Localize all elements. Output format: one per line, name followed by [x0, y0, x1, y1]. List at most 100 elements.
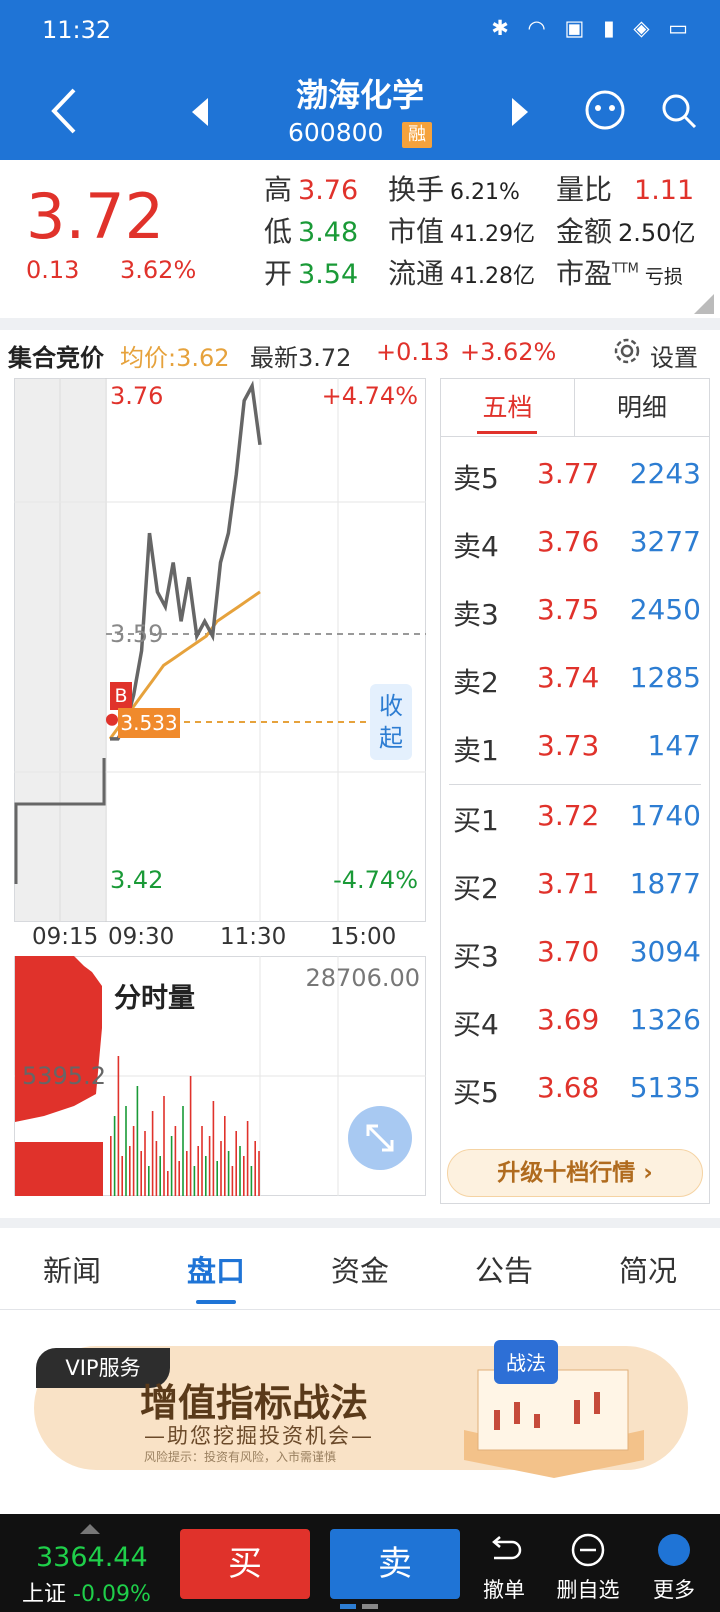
pe-value: 亏损 [644, 266, 683, 288]
marker-price-tag: 3.533 [118, 708, 180, 738]
level-label: 卖4 [453, 530, 499, 563]
level-volume: 5135 [629, 1071, 701, 1104]
gear-icon[interactable] [612, 336, 642, 366]
volume-bar [212, 1101, 215, 1196]
upgrade-level10-button[interactable]: 升级十档行情 › [447, 1149, 703, 1197]
level-price: 3.74 [537, 661, 600, 694]
chart-low-pct: -4.74% [333, 866, 418, 894]
level-volume: 2243 [629, 457, 701, 490]
strategy-book-icon: 战法 [464, 1340, 644, 1478]
level-label: 买3 [453, 940, 499, 973]
bid-row[interactable]: 买3 3.70 3094 [441, 917, 709, 987]
expand-corner-icon[interactable] [694, 294, 714, 314]
status-icons: ✱ ◠ ▣ ▮ ◈ ▭ [491, 16, 694, 40]
low-value: 3.48 [298, 217, 359, 248]
tab-announcements[interactable]: 公告 [432, 1248, 576, 1290]
more-label: 更多 [653, 1578, 695, 1602]
volume-bar [113, 1116, 116, 1196]
title-bar: 渤海化学 600800 融 [0, 64, 720, 160]
open-cell: 开 3.54 [264, 257, 359, 290]
page-dot [362, 1604, 378, 1609]
tab-news[interactable]: 新闻 [0, 1248, 144, 1290]
avg-price: 均价:3.62 [120, 344, 230, 372]
buy-button[interactable]: 买 [180, 1529, 310, 1599]
amount-cell: 金额 2.50亿 [556, 215, 696, 248]
next-stock-icon[interactable] [510, 98, 530, 126]
bid-row[interactable]: 买4 3.69 1326 [441, 985, 709, 1055]
time-label-1500: 15:00 [330, 924, 397, 950]
index-change: -0.09% [73, 1582, 151, 1607]
volume-bar [227, 1151, 230, 1196]
separator [0, 318, 720, 330]
volume-bar [110, 1136, 112, 1196]
volume-bar [201, 1126, 203, 1196]
tab-details[interactable]: 明细 [575, 379, 709, 437]
fullscreen-button[interactable] [348, 1106, 412, 1170]
turnover-value: 6.21% [450, 180, 520, 205]
high-cell: 高 3.76 [264, 173, 359, 206]
level-label: 卖5 [453, 462, 499, 495]
volratio-cell: 量比 1.11 [556, 173, 695, 206]
price-change-pct: 3.62% [120, 256, 197, 284]
undo-icon [492, 1536, 522, 1560]
tab-indicator [477, 431, 537, 434]
banner-subtitle: —助您挖掘投资机会— [144, 1424, 374, 1448]
ask-row[interactable]: 卖5 3.77 2243 [441, 439, 709, 509]
bid-row[interactable]: 买1 3.72 1740 [441, 781, 709, 851]
volume-bar [235, 1131, 237, 1196]
remove-watchlist-label: 删自选 [556, 1578, 620, 1602]
more-icon [658, 1534, 690, 1566]
volume-bar [224, 1116, 226, 1196]
float-cell: 流通 41.28亿 [388, 257, 535, 290]
volume-bar [174, 1126, 177, 1196]
volume-bar [189, 1076, 192, 1196]
ask-row[interactable]: 卖3 3.75 2450 [441, 575, 709, 645]
tab-five-levels[interactable]: 五档 [441, 379, 575, 437]
volume-bar [193, 1166, 196, 1196]
volume-bar [148, 1166, 150, 1196]
volume-max: 28706.00 [305, 964, 420, 992]
ask-row[interactable]: 卖4 3.76 3277 [441, 507, 709, 577]
settings-label[interactable]: 设置 [650, 338, 698, 373]
volume-bar [178, 1161, 180, 1196]
expand-icon [366, 1124, 394, 1152]
index-name: 上证 [22, 1582, 67, 1607]
tab-orderbook[interactable]: 盘口 [144, 1248, 288, 1290]
tab-profile[interactable]: 简况 [576, 1248, 720, 1290]
sell-button[interactable]: 卖 [330, 1529, 460, 1599]
index-name-row: 上证 -0.09% [22, 1576, 151, 1608]
volume-bar [151, 1111, 154, 1196]
volume-bar [246, 1121, 249, 1196]
ask-row[interactable]: 卖2 3.74 1285 [441, 643, 709, 713]
caret-up-icon[interactable] [80, 1524, 100, 1534]
price-line [110, 380, 262, 741]
assistant-icon[interactable] [584, 90, 626, 130]
level-price: 3.71 [537, 867, 600, 900]
level-price: 3.76 [537, 525, 600, 558]
bid-ask-divider [449, 784, 701, 785]
quote-panel: 3.72 0.13 3.62% 高 3.76 低 3.48 开 3.54 换手 6.21… [0, 160, 720, 320]
volume-bar [163, 1096, 165, 1196]
battery-icon: ▭ [668, 16, 694, 40]
collapse-button[interactable]: 收起 [370, 684, 412, 760]
cancel-order-button[interactable]: 撤单 [464, 1532, 544, 1604]
intraday-chart[interactable]: 3.76 +4.74% 3.59 3.42 -4.74% B 3.533 收起 … [14, 378, 426, 1208]
status-time: 11:32 [42, 16, 112, 44]
remove-watchlist-button[interactable]: 删自选 [548, 1532, 628, 1604]
volume-bar [132, 1126, 135, 1196]
tab-funds[interactable]: 资金 [288, 1248, 432, 1290]
price-chart-svg [14, 378, 426, 922]
section-tabs: 新闻 盘口 资金 公告 简况 [0, 1218, 720, 1310]
bid-row[interactable]: 买5 3.68 5135 [441, 1053, 709, 1123]
buy-marker[interactable]: B [110, 682, 132, 710]
ask-row[interactable]: 卖1 3.73 147 [441, 711, 709, 781]
bid-row[interactable]: 买2 3.71 1877 [441, 849, 709, 919]
volume-bar [121, 1156, 123, 1196]
stock-code: 600800 [288, 118, 384, 147]
banner-risk-note: 风险提示：投资有风险，入市需谨慎 [144, 1450, 337, 1464]
volume-bar [144, 1131, 146, 1196]
more-button[interactable]: 更多 [634, 1532, 714, 1604]
level-volume: 1877 [629, 867, 701, 900]
mktcap-cell: 市值 41.29亿 [388, 215, 535, 248]
search-icon[interactable] [660, 92, 698, 130]
